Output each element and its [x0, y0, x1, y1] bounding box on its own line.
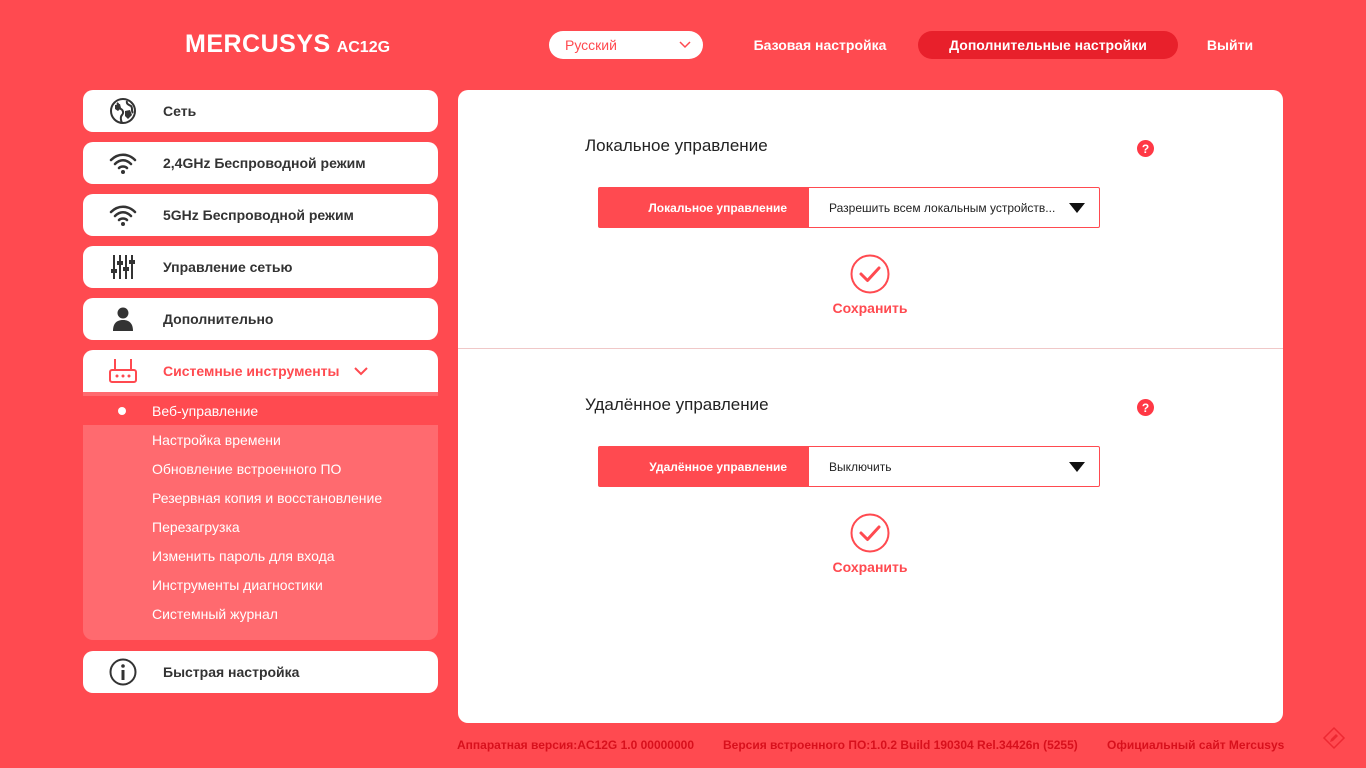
sidebar-item-network-control[interactable]: Управление сетью	[83, 246, 438, 288]
info-icon	[83, 658, 163, 686]
remote-management-select[interactable]: Выключить	[809, 447, 1099, 486]
submenu-item-backup-restore[interactable]: Резервная копия и восстановление	[83, 483, 438, 512]
sidebar-item-label: Сеть	[163, 103, 197, 119]
router-icon	[83, 358, 163, 384]
wifi-icon	[83, 152, 163, 174]
model-name: AC12G	[336, 39, 391, 56]
submenu-item-web-management[interactable]: Веб-управление	[83, 396, 438, 425]
language-value: Русский	[565, 37, 617, 53]
section-divider	[458, 348, 1283, 349]
remote-management-field: Удалённое управление Выключить	[598, 446, 1100, 487]
sidebar-item-label: Управление сетью	[163, 259, 293, 275]
submenu-item-change-password[interactable]: Изменить пароль для входа	[83, 541, 438, 570]
wifi-icon	[83, 204, 163, 226]
sidebar-item-quick-setup[interactable]: Быстрая настройка	[83, 651, 438, 693]
chevron-down-icon	[353, 366, 368, 375]
nav-exit[interactable]: Выйти	[1196, 31, 1264, 59]
submenu-item-time-settings[interactable]: Настройка времени	[83, 425, 438, 454]
remote-save-button[interactable]: Сохранить	[820, 513, 920, 575]
nav-basic-settings[interactable]: Базовая настройка	[740, 31, 900, 59]
submenu-item-label: Веб-управление	[152, 402, 259, 419]
submenu-item-reboot[interactable]: Перезагрузка	[83, 512, 438, 541]
sidebar-item-advanced[interactable]: Дополнительно	[83, 298, 438, 340]
sidebar-item-label: Быстрая настройка	[163, 664, 300, 680]
edit-icon[interactable]	[1322, 726, 1346, 750]
submenu-item-label: Обновление встроенного ПО	[152, 460, 342, 477]
submenu-item-diagnostics[interactable]: Инструменты диагностики	[83, 570, 438, 599]
globe-icon	[83, 97, 163, 125]
sidebar-item-label: 2,4GHz Беспроводной режим	[163, 155, 366, 171]
local-management-title: Локальное управление	[585, 136, 768, 155]
brand-name: MERCUSYS	[185, 30, 331, 58]
hardware-version: Аппаратная версия:AC12G 1.0 00000000	[457, 738, 694, 752]
official-site-link[interactable]: Официальный сайт Mercusys	[1107, 738, 1284, 752]
sidebar-item-label: Дополнительно	[163, 311, 274, 327]
sidebar-item-wireless-24[interactable]: 2,4GHz Беспроводной режим	[83, 142, 438, 184]
main-panel: Локальное управление ? Локальное управле…	[458, 90, 1283, 723]
save-label: Сохранить	[832, 300, 908, 316]
submenu-item-system-log[interactable]: Системный журнал	[83, 599, 438, 628]
remote-management-value: Выключить	[829, 459, 892, 474]
language-select[interactable]: Русский	[549, 31, 703, 59]
nav-advanced-settings[interactable]: Дополнительные настройки	[918, 31, 1178, 59]
sidebar-item-wireless-5[interactable]: 5GHz Беспроводной режим	[83, 194, 438, 236]
triangle-down-icon	[1069, 461, 1085, 472]
submenu-item-label: Настройка времени	[152, 431, 281, 448]
submenu-item-firmware-upgrade[interactable]: Обновление встроенного ПО	[83, 454, 438, 483]
submenu-item-label: Системный журнал	[152, 605, 278, 622]
sidebar-item-network[interactable]: Сеть	[83, 90, 438, 132]
submenu-item-label: Инструменты диагностики	[152, 576, 323, 593]
local-management-field: Локальное управление Разрешить всем лока…	[598, 187, 1100, 228]
chevron-down-icon	[679, 41, 691, 49]
system-tools-submenu: Веб-управление Настройка времени Обновле…	[83, 392, 438, 640]
save-label: Сохранить	[832, 559, 908, 575]
mercusys-logo: MERCUSYS AC12G	[185, 30, 390, 59]
sidebar-item-label: 5GHz Беспроводной режим	[163, 207, 354, 223]
submenu-item-label: Изменить пароль для входа	[152, 547, 335, 564]
local-management-select[interactable]: Разрешить всем локальным устройств...	[809, 188, 1099, 227]
sliders-icon	[83, 254, 163, 280]
triangle-down-icon	[1069, 202, 1085, 213]
submenu-item-label: Резервная копия и восстановление	[152, 489, 383, 506]
firmware-version: Версия встроенного ПО:1.0.2 Build 190304…	[723, 738, 1078, 752]
user-icon	[83, 307, 163, 331]
help-icon[interactable]: ?	[1137, 140, 1154, 157]
remote-management-title: Удалённое управление	[585, 395, 769, 414]
local-management-value: Разрешить всем локальным устройств...	[829, 200, 1056, 215]
sidebar-item-system-tools[interactable]: Системные инструменты	[83, 350, 438, 392]
sidebar-item-label: Системные инструменты	[163, 363, 340, 379]
submenu-item-label: Перезагрузка	[152, 518, 240, 535]
check-circle-icon	[850, 513, 890, 553]
local-save-button[interactable]: Сохранить	[820, 254, 920, 316]
active-dot-icon	[118, 407, 126, 415]
remote-management-label: Удалённое управление	[599, 447, 809, 486]
local-management-label: Локальное управление	[599, 188, 809, 227]
help-icon[interactable]: ?	[1137, 399, 1154, 416]
check-circle-icon	[850, 254, 890, 294]
